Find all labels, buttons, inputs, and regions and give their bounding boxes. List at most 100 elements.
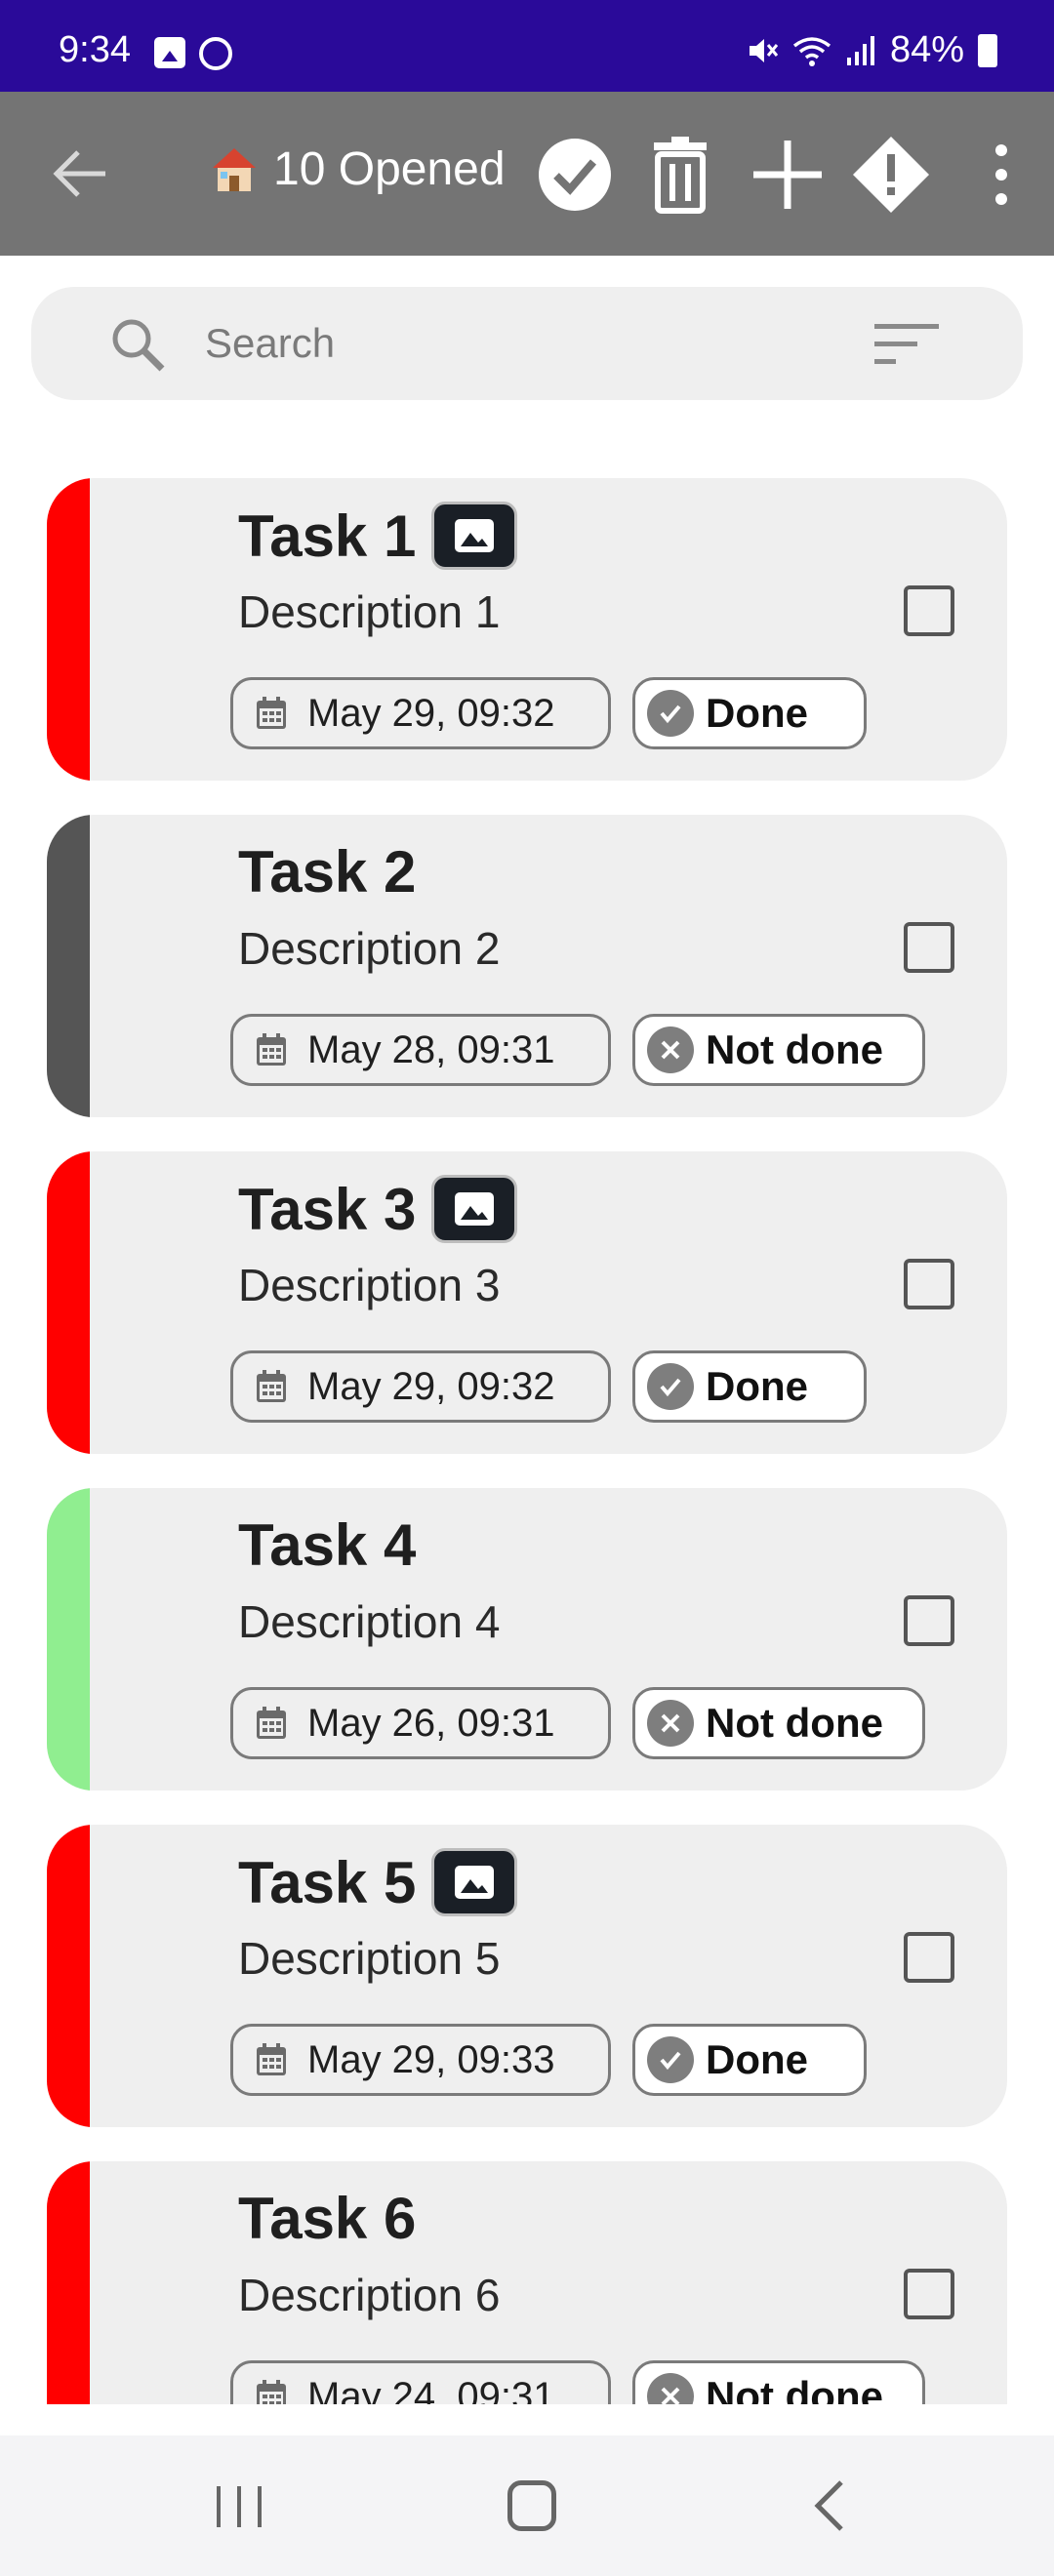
- face-icon: [199, 37, 232, 70]
- more-vert-icon[interactable]: [972, 135, 1031, 215]
- calendar-icon: [257, 1707, 286, 1739]
- task-card[interactable]: Task 2 Description 2 May 28, 09:31 Not done: [47, 815, 1007, 1117]
- wifi-icon: [792, 36, 831, 66]
- search-input[interactable]: [205, 308, 830, 379]
- app-toolbar: 10 Opened: [0, 92, 1054, 256]
- task-title: Task 2: [238, 839, 417, 905]
- task-checkbox[interactable]: [904, 922, 954, 973]
- task-card[interactable]: Task 6 Description 6 May 24, 09:31 Not done: [47, 2161, 1007, 2404]
- mute-icon: [749, 38, 779, 62]
- search-icon: [112, 319, 165, 372]
- search-bar[interactable]: [31, 287, 1023, 400]
- task-description: Description 3: [238, 1260, 501, 1310]
- status-text: Done: [706, 2036, 808, 2082]
- gallery-icon: [154, 37, 185, 68]
- image-icon[interactable]: [431, 502, 518, 570]
- task-card[interactable]: Task 1 Description 1 May 29, 09:32 Done: [47, 478, 1007, 781]
- date-text: May 29, 09:33: [307, 2037, 555, 2081]
- status-bar: 9:34 84%: [0, 0, 1054, 92]
- task-title-row: Task 1: [238, 502, 518, 570]
- priority-stripe: [47, 1825, 90, 2127]
- date-chip[interactable]: May 24, 09:31: [230, 2360, 611, 2404]
- back-icon[interactable]: [806, 2476, 855, 2535]
- date-text: May 29, 09:32: [307, 1364, 555, 1408]
- date-chip[interactable]: May 29, 09:32: [230, 677, 611, 749]
- task-checkbox[interactable]: [904, 1595, 954, 1646]
- check-circle-icon: [647, 1363, 694, 1410]
- task-checkbox[interactable]: [904, 1259, 954, 1309]
- task-checkbox[interactable]: [904, 585, 954, 636]
- status-text: Done: [706, 1363, 808, 1409]
- trash-icon[interactable]: [640, 135, 720, 215]
- date-chip[interactable]: May 28, 09:31: [230, 1014, 611, 1086]
- signal-icon: [846, 35, 874, 65]
- task-title-row: Task 2: [238, 838, 416, 906]
- battery-charging-icon: [978, 33, 997, 67]
- date-chip[interactable]: May 26, 09:31: [230, 1687, 611, 1759]
- task-title: Task 6: [238, 2186, 417, 2251]
- status-text: Not done: [706, 1026, 883, 1072]
- status-chip[interactable]: Not done: [632, 1687, 925, 1759]
- task-checkbox[interactable]: [904, 2269, 954, 2319]
- task-card[interactable]: Task 5 Description 5 May 29, 09:33 Done: [47, 1825, 1007, 2127]
- toolbar-title-text: 10 Opened: [273, 143, 506, 195]
- task-checkbox[interactable]: [904, 1932, 954, 1983]
- task-card[interactable]: Task 3 Description 3 May 29, 09:32 Done: [47, 1151, 1007, 1454]
- task-title-row: Task 6: [238, 2185, 416, 2252]
- date-text: May 29, 09:32: [307, 691, 555, 735]
- recents-icon[interactable]: [213, 2484, 265, 2529]
- task-description: Description 2: [238, 923, 501, 974]
- priority-stripe: [47, 478, 90, 781]
- x-circle-icon: [647, 1026, 694, 1073]
- task-description: Description 4: [238, 1596, 501, 1647]
- date-text: May 24, 09:31: [307, 2374, 555, 2405]
- task-card[interactable]: Task 4 Description 4 May 26, 09:31 Not done: [47, 1488, 1007, 1791]
- task-description: Description 6: [238, 2270, 501, 2320]
- task-title: Task 1: [238, 503, 417, 569]
- status-text: Not done: [706, 1700, 883, 1746]
- date-text: May 26, 09:31: [307, 1701, 555, 1745]
- status-chip[interactable]: Not done: [632, 1014, 925, 1086]
- system-nav-bar: [0, 2435, 1054, 2576]
- priority-stripe: [47, 1488, 90, 1791]
- calendar-icon: [257, 697, 286, 729]
- image-icon[interactable]: [431, 1848, 518, 1916]
- date-chip[interactable]: May 29, 09:33: [230, 2024, 611, 2096]
- check-circle-icon: [647, 2036, 694, 2083]
- calendar-icon: [257, 2043, 286, 2075]
- calendar-icon: [257, 1370, 286, 1402]
- calendar-icon: [257, 1033, 286, 1066]
- status-text: Done: [706, 690, 808, 736]
- house-icon: [213, 147, 256, 191]
- status-chip[interactable]: Done: [632, 2024, 867, 2096]
- priority-stripe: [47, 2161, 90, 2404]
- toolbar-title: 10 Opened: [209, 142, 506, 196]
- back-arrow-icon[interactable]: [49, 144, 111, 203]
- check-circle-icon[interactable]: [535, 135, 615, 215]
- x-circle-icon: [647, 2373, 694, 2404]
- filter-sort-icon[interactable]: [872, 320, 941, 369]
- date-chip[interactable]: May 29, 09:32: [230, 1350, 611, 1423]
- status-time: 9:34: [59, 29, 131, 70]
- task-title-row: Task 5: [238, 1848, 518, 1916]
- date-text: May 28, 09:31: [307, 1027, 555, 1071]
- calendar-icon: [257, 2380, 286, 2404]
- status-chip[interactable]: Done: [632, 1350, 867, 1423]
- task-title: Task 3: [238, 1176, 417, 1242]
- task-description: Description 1: [238, 586, 501, 637]
- warning-diamond-icon[interactable]: [851, 135, 931, 215]
- home-icon[interactable]: [507, 2480, 556, 2531]
- task-title-row: Task 3: [238, 1175, 518, 1243]
- battery-percent: 84%: [889, 29, 964, 70]
- plus-icon[interactable]: [748, 135, 828, 215]
- task-title: Task 5: [238, 1849, 417, 1915]
- status-chip[interactable]: Not done: [632, 2360, 925, 2404]
- task-title-row: Task 4: [238, 1511, 416, 1579]
- task-description: Description 5: [238, 1933, 501, 1984]
- task-list[interactable]: Task 1 Description 1 May 29, 09:32 Done Task…: [0, 455, 1054, 2404]
- check-circle-icon: [647, 690, 694, 737]
- status-text: Not done: [706, 2373, 883, 2404]
- image-icon[interactable]: [431, 1175, 518, 1243]
- status-chip[interactable]: Done: [632, 677, 867, 749]
- priority-stripe: [47, 815, 90, 1117]
